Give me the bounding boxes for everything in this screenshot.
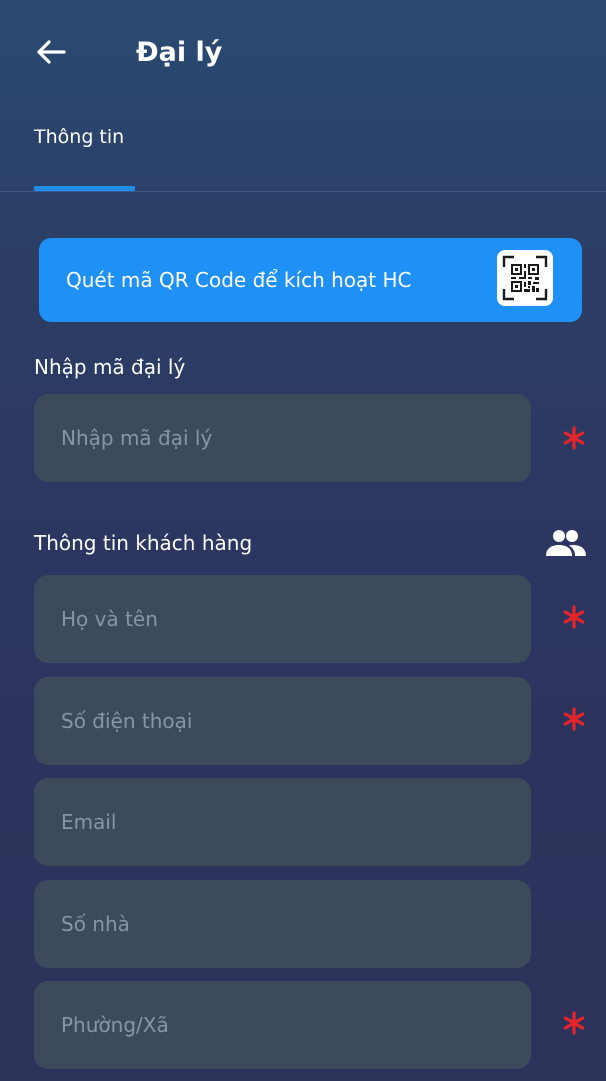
ward-field[interactable] <box>34 981 531 1069</box>
email-field[interactable] <box>34 778 531 866</box>
house-number-field[interactable] <box>34 880 531 968</box>
full-name-input[interactable] <box>61 575 511 663</box>
agent-screen: Đại lý Thông tin Quét mã QR Code để kích… <box>0 0 606 1081</box>
page-title: Đại lý <box>136 37 223 68</box>
agent-code-label: Nhập mã đại lý <box>34 355 186 379</box>
required-asterisk-icon <box>563 605 585 629</box>
phone-field[interactable] <box>34 677 531 765</box>
tab-thong-tin[interactable]: Thông tin <box>34 124 124 150</box>
email-input[interactable] <box>61 778 511 866</box>
qr-code-icon <box>497 250 553 306</box>
agent-code-input[interactable] <box>61 394 511 482</box>
phone-input[interactable] <box>61 677 511 765</box>
required-asterisk-icon <box>563 426 585 450</box>
agent-code-field[interactable] <box>34 394 531 482</box>
ward-input[interactable] <box>61 981 511 1069</box>
arrow-left-icon <box>37 40 66 64</box>
required-asterisk-icon <box>563 1011 585 1035</box>
app-bar: Đại lý <box>0 0 606 92</box>
back-button[interactable] <box>32 32 72 72</box>
house-number-input[interactable] <box>61 880 511 968</box>
required-asterisk-icon <box>563 707 585 731</box>
customer-info-label: Thông tin khách hàng <box>34 531 253 555</box>
tab-bar-divider <box>0 191 606 192</box>
full-name-field[interactable] <box>34 575 531 663</box>
scan-qr-button[interactable]: Quét mã QR Code để kích hoạt HC <box>39 238 582 322</box>
scan-qr-label: Quét mã QR Code để kích hoạt HC <box>66 268 412 292</box>
people-icon <box>546 530 586 556</box>
